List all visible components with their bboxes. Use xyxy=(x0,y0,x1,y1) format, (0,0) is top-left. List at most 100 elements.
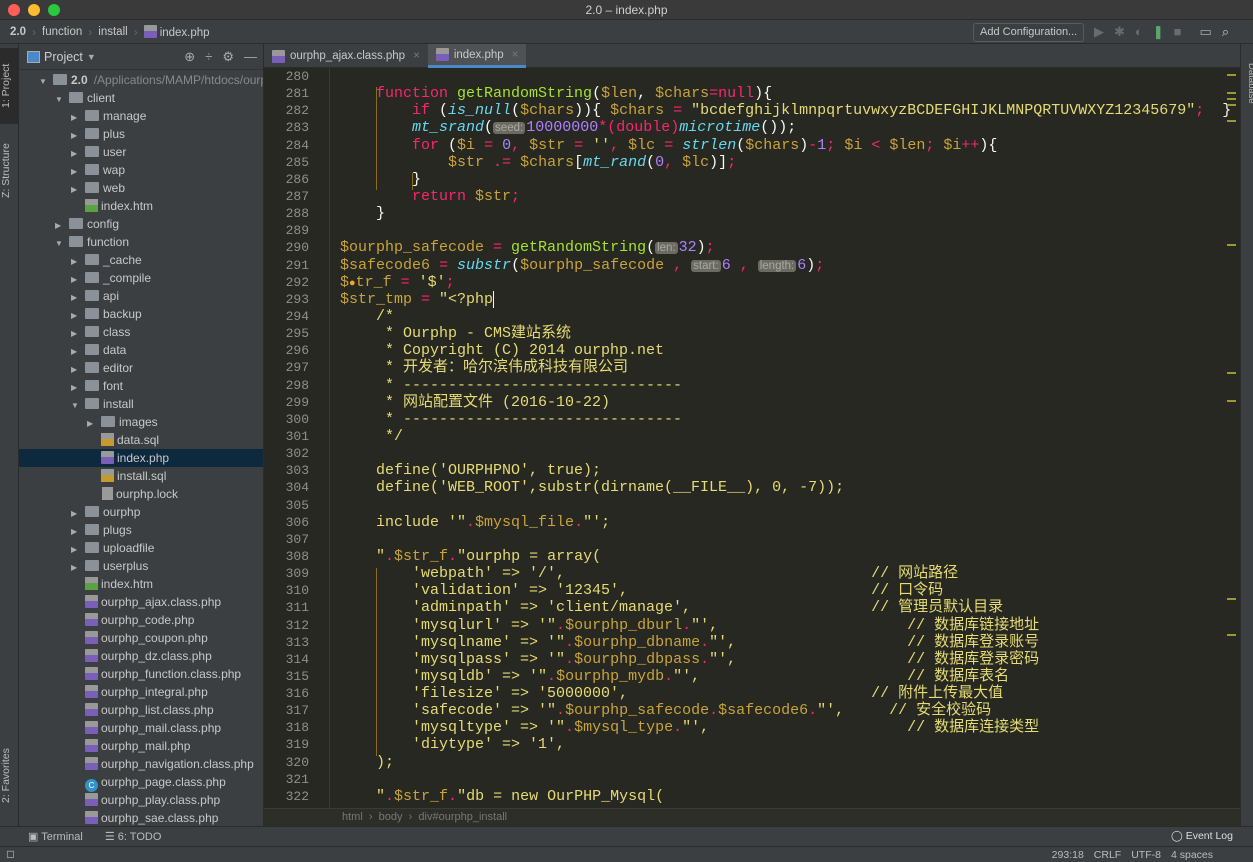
tree-item[interactable]: ▶ backup xyxy=(19,305,263,323)
tree-item[interactable]: ourphp_play.class.php xyxy=(19,791,263,809)
tree-item[interactable]: ▶ font xyxy=(19,377,263,395)
breadcrumb-file[interactable]: index.php xyxy=(143,24,210,39)
gear-icon[interactable]: ⚙ xyxy=(222,49,234,65)
tree-item[interactable]: ourphp_list.class.php xyxy=(19,701,263,719)
database-sync-icon[interactable]: ❚ xyxy=(1153,24,1164,40)
close-tab-icon[interactable]: × xyxy=(413,50,420,62)
tree-item[interactable]: ourphp_mail.class.php xyxy=(19,719,263,737)
tree-item[interactable]: ▶ ourphp xyxy=(19,503,263,521)
tree-item[interactable]: install.sql xyxy=(19,467,263,485)
stop-icon[interactable]: ■ xyxy=(1174,24,1182,40)
tree-item[interactable]: index.php xyxy=(19,449,263,467)
tree-item[interactable]: ▶ uploadfile xyxy=(19,539,263,557)
tree-item[interactable]: ▶ images xyxy=(19,413,263,431)
indent-setting[interactable]: 4 spaces xyxy=(1171,849,1213,861)
tree-item[interactable]: ▶ data xyxy=(19,341,263,359)
tree-item-label: install xyxy=(103,397,134,411)
breadcrumb-div[interactable]: div#ourphp_install xyxy=(418,811,507,823)
code-token: null xyxy=(718,85,755,103)
tree-item[interactable]: ourphp_coupon.php xyxy=(19,629,263,647)
tree-item[interactable]: ▼ client xyxy=(19,89,263,107)
code-token: = xyxy=(709,85,719,103)
breadcrumb-function[interactable]: function xyxy=(42,26,82,38)
tree-item[interactable]: data.sql xyxy=(19,431,263,449)
tree-item-label: ourphp_function.class.php xyxy=(101,667,242,681)
tree-item[interactable]: ▶ plugs xyxy=(19,521,263,539)
tree-item[interactable]: index.htm xyxy=(19,575,263,593)
locate-file-icon[interactable]: ⊕ xyxy=(184,49,195,65)
collapse-all-icon[interactable]: ÷ xyxy=(205,49,212,65)
tree-item[interactable]: ▶ _compile xyxy=(19,269,263,287)
database-tool-tab[interactable]: Database xyxy=(1238,48,1253,118)
breadcrumb-install[interactable]: install xyxy=(98,26,127,38)
breadcrumb-body[interactable]: body xyxy=(379,811,403,823)
tree-item[interactable]: ▶ wap xyxy=(19,161,263,179)
tree-item[interactable]: ▼ function xyxy=(19,233,263,251)
project-tool-tab[interactable]: 1: Project xyxy=(0,48,19,124)
code-line: } xyxy=(340,205,1231,222)
tree-item[interactable]: ▶ user xyxy=(19,143,263,161)
tree-item[interactable]: ourphp_integral.php xyxy=(19,683,263,701)
toggle-tool-windows-icon[interactable]: ◻ xyxy=(6,848,15,860)
todo-tool-tab[interactable]: ☰ 6: TODO xyxy=(105,830,162,843)
tree-item[interactable]: ▶ config xyxy=(19,215,263,233)
tree-item[interactable]: ▶ _cache xyxy=(19,251,263,269)
debug-icon[interactable]: ✱ xyxy=(1114,24,1125,40)
tree-item[interactable]: ourphp.lock xyxy=(19,485,263,503)
run-icon[interactable]: ▶ xyxy=(1094,24,1104,40)
favorites-tool-tab[interactable]: 2: Favorites xyxy=(0,736,19,816)
tree-item[interactable]: ourphp_code.php xyxy=(19,611,263,629)
tree-item[interactable]: Courphp_page.class.php xyxy=(19,773,263,792)
coverage-icon[interactable]: ◐ xyxy=(1135,24,1143,40)
tree-item[interactable]: ourphp_mail.php xyxy=(19,737,263,755)
editor-tab[interactable]: ourphp_ajax.class.php × xyxy=(264,44,428,68)
code-token: 'diytype' => '1', xyxy=(340,736,566,754)
code-token: < xyxy=(871,136,890,154)
terminal-tool-tab[interactable]: ▣ Terminal xyxy=(28,830,83,843)
tree-item[interactable]: ▶ web xyxy=(19,179,263,197)
tree-item[interactable]: ▶ class xyxy=(19,323,263,341)
code-line: * Copyright (C) 2014 ourphp.net xyxy=(340,342,1231,359)
tree-item[interactable]: ourphp_navigation.class.php xyxy=(19,755,263,773)
hide-panel-icon[interactable]: — xyxy=(244,49,257,65)
code-token: * 开发者：哈尔滨伟成科技有限公司 xyxy=(340,359,629,377)
tree-item[interactable]: ourphp_sae.class.php xyxy=(19,809,263,826)
code-token: $ourphp_dbname xyxy=(574,633,701,651)
tree-item[interactable]: ourphp_function.class.php xyxy=(19,665,263,683)
line-separator[interactable]: CRLF xyxy=(1094,849,1121,861)
line-number: 308 xyxy=(285,548,309,564)
tree-item[interactable]: ▼ 2.0/Applications/MAMP/htdocs/ourp xyxy=(19,71,263,89)
tree-item[interactable]: ▶ userplus xyxy=(19,557,263,575)
caret-position[interactable]: 293:18 xyxy=(1052,849,1084,861)
terminal-window-icon[interactable]: ▭ xyxy=(1200,24,1212,40)
code-editor[interactable]: 280 281 282 283 284 285 286 287 288 289 290 291 292 2… xyxy=(264,68,1240,808)
code-token: - xyxy=(808,136,818,154)
close-tab-icon[interactable]: × xyxy=(512,49,519,61)
tree-item[interactable]: ▶ manage xyxy=(19,107,263,125)
code-token: $i xyxy=(943,136,962,154)
code-token: $safecode6 xyxy=(340,256,440,274)
lightbulb-icon[interactable]: ● xyxy=(349,278,356,290)
add-configuration-button[interactable]: Add Configuration... xyxy=(973,23,1085,42)
tree-item[interactable]: ourphp_dz.class.php xyxy=(19,647,263,665)
breadcrumb-html[interactable]: html xyxy=(342,811,363,823)
structure-tool-tab[interactable]: Z: Structure xyxy=(0,132,19,210)
code-line: 'mysqldb' => '".$ourphp_mydb."', // 数据库表… xyxy=(340,668,1231,685)
file-encoding[interactable]: UTF-8 xyxy=(1131,849,1161,861)
tree-item[interactable]: index.htm xyxy=(19,197,263,215)
code-token: substr xyxy=(457,256,512,274)
search-icon[interactable]: ⌕ xyxy=(1222,24,1229,40)
project-view-selector[interactable]: Project xyxy=(44,50,83,64)
chevron-down-icon[interactable]: ▼ xyxy=(87,52,96,62)
code-token: . xyxy=(556,702,566,720)
tree-item[interactable]: ▶ editor xyxy=(19,359,263,377)
breadcrumb-root[interactable]: 2.0 xyxy=(10,26,26,38)
tree-item[interactable]: ▶ api xyxy=(19,287,263,305)
folder-icon xyxy=(85,380,99,391)
editor-tab[interactable]: index.php × xyxy=(427,44,527,68)
tree-item[interactable]: ourphp_ajax.class.php xyxy=(19,593,263,611)
tree-item[interactable]: ▶ plus xyxy=(19,125,263,143)
tree-item[interactable]: ▼ install xyxy=(19,395,263,413)
code-content[interactable]: function getRandomString($len, $chars=nu… xyxy=(340,68,1231,805)
event-log-button[interactable]: ◯ Event Log xyxy=(1171,830,1233,842)
